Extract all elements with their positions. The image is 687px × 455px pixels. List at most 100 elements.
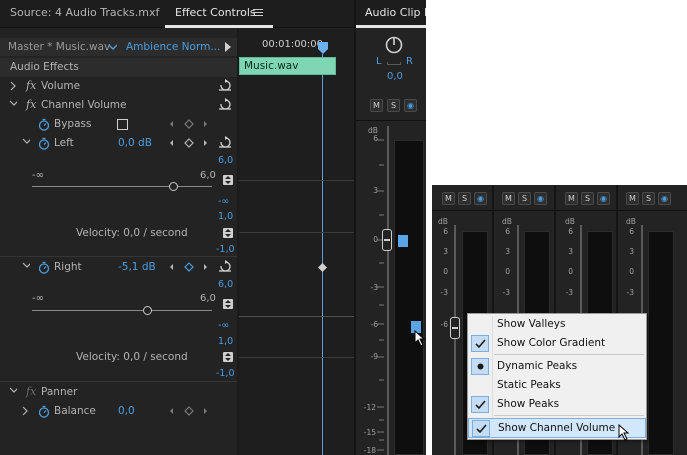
left-fader[interactable] [382, 229, 392, 251]
keyframe-nav-icon[interactable] [170, 118, 210, 130]
mute-button[interactable]: M [626, 192, 639, 205]
db-tick-label: 3 [443, 247, 448, 256]
menu-item-show-peaks[interactable]: Show Peaks [468, 395, 646, 414]
playhead-icon[interactable] [318, 42, 328, 56]
effect-row-channel-volume[interactable]: fx Channel Volume [0, 96, 237, 115]
reset-icon[interactable] [218, 260, 232, 273]
tab-audio-clip-mixer[interactable]: Audio Clip Mi [365, 6, 426, 19]
stopwatch-icon[interactable] [38, 118, 50, 131]
reset-icon[interactable] [218, 79, 232, 92]
keyframe-nav-icon[interactable] [170, 261, 210, 273]
solo-button[interactable]: S [642, 192, 655, 205]
fx-icon[interactable]: fx [26, 79, 36, 92]
param-label: Balance [54, 405, 96, 417]
param-row-right[interactable]: Right -5,1 dB [0, 258, 237, 277]
pan-value[interactable]: 0,0 [387, 71, 403, 82]
keyframe-nav-icon[interactable] [170, 137, 210, 149]
record-button[interactable]: ◉ [658, 192, 671, 205]
fader-track [387, 126, 389, 455]
velocity-min-label: -1,0 [216, 368, 235, 379]
mute-button[interactable]: M [565, 192, 578, 205]
solo-button[interactable]: S [387, 99, 400, 112]
fx-icon[interactable]: fx [26, 98, 36, 111]
left-slider-knob[interactable] [169, 182, 178, 191]
channel-fader[interactable] [450, 317, 460, 339]
chevron-down-icon[interactable] [9, 387, 17, 397]
tab-effect-controls[interactable]: Effect Controls [175, 6, 256, 19]
fx-icon[interactable]: fx [26, 385, 36, 398]
mute-button[interactable]: M [370, 99, 383, 112]
solo-button[interactable]: S [518, 192, 531, 205]
left-value[interactable]: 0,0 dB [118, 137, 152, 149]
keyframe-nav-icon[interactable] [170, 405, 210, 417]
solo-button[interactable]: S [581, 192, 594, 205]
bypass-checkbox[interactable] [117, 119, 128, 130]
solo-button[interactable]: S [458, 192, 471, 205]
effect-timeline[interactable] [239, 29, 354, 455]
keyframe-diamond-icon[interactable] [318, 263, 327, 272]
sequence-clip-label[interactable]: Ambience Norm... [126, 41, 220, 53]
reset-icon[interactable] [218, 98, 232, 111]
slider-max-label: 6,0 [200, 293, 216, 304]
chevron-down-icon[interactable] [22, 138, 30, 148]
db-tick-label: 0 [505, 267, 510, 276]
chevron-right-icon[interactable] [10, 81, 18, 91]
timeline-clip[interactable]: Music.wav [239, 57, 336, 75]
db-tick-label: 6 [568, 227, 573, 236]
reset-icon[interactable] [218, 136, 232, 149]
mouse-pointer-icon [414, 330, 426, 347]
mute-button[interactable]: M [442, 192, 455, 205]
record-button[interactable]: ◉ [597, 192, 610, 205]
scale-toggle-icon[interactable] [223, 228, 233, 238]
mute-button[interactable]: M [502, 192, 515, 205]
chevron-down-icon[interactable] [22, 262, 30, 272]
panel-menu-icon[interactable] [253, 7, 263, 18]
chevron-down-icon[interactable] [9, 100, 17, 110]
tab-source[interactable]: Source: 4 Audio Tracks.mxf [10, 6, 159, 19]
param-row-left[interactable]: Left 0,0 dB [0, 134, 237, 153]
right-slider-knob[interactable] [143, 306, 152, 315]
scale-toggle-icon[interactable] [223, 175, 233, 185]
play-triangle-icon[interactable] [224, 42, 232, 52]
active-tab-indicator [165, 25, 273, 28]
effect-label: Volume [41, 80, 81, 92]
left-slider-track[interactable] [32, 186, 212, 187]
stopwatch-icon[interactable] [38, 261, 50, 274]
param-row-bypass: Bypass [0, 115, 237, 134]
db-tick-label: 6 [443, 227, 448, 236]
db-tick-label: -6 [440, 320, 448, 329]
db-label: dB [626, 217, 636, 226]
record-button[interactable]: ◉ [474, 192, 487, 205]
menu-item-show-color-gradient[interactable]: Show Color Gradient [468, 334, 646, 353]
stopwatch-icon[interactable] [38, 137, 50, 150]
panel-tab-bar: Source: 4 Audio Tracks.mxf Effect Contro… [0, 0, 354, 28]
left-channel-volume-marker[interactable] [398, 235, 408, 247]
db-tick-label: 0 [443, 267, 448, 276]
menu-item-static-peaks[interactable]: Static Peaks [468, 376, 646, 395]
meter-context-menu: Show Valleys Show Color Gradient Dynamic… [467, 313, 647, 440]
effect-row-panner[interactable]: fx Panner [0, 383, 237, 402]
effect-row-volume[interactable]: fx Volume [0, 77, 237, 96]
chevron-down-icon[interactable] [109, 44, 117, 50]
right-value[interactable]: -5,1 dB [118, 261, 156, 273]
record-button[interactable]: ◉ [534, 192, 547, 205]
stopwatch-icon[interactable] [38, 405, 50, 418]
scale-toggle-icon[interactable] [223, 299, 233, 309]
audio-effects-header: Audio Effects [0, 58, 237, 77]
balance-value[interactable]: 0,0 [118, 405, 135, 417]
db-tick-label: -18 [363, 446, 376, 455]
master-clip-label[interactable]: Master * Music.wav [8, 41, 110, 53]
level-meter [648, 231, 674, 455]
pan-knob-icon[interactable] [385, 36, 403, 54]
menu-item-dynamic-peaks[interactable]: Dynamic Peaks [468, 357, 646, 376]
chevron-right-icon[interactable] [22, 406, 30, 416]
param-row-balance[interactable]: Balance 0,0 [0, 402, 237, 421]
right-slider-track[interactable] [32, 310, 212, 311]
db-tick-label: 0 [629, 267, 634, 276]
db-tick-label: 3 [568, 247, 573, 256]
menu-item-show-valleys[interactable]: Show Valleys [468, 315, 646, 334]
record-button[interactable]: ◉ [404, 99, 417, 112]
db-tick-label: 6 [505, 227, 510, 236]
db-tick-label: -3 [565, 288, 573, 297]
scale-toggle-icon[interactable] [223, 352, 233, 362]
